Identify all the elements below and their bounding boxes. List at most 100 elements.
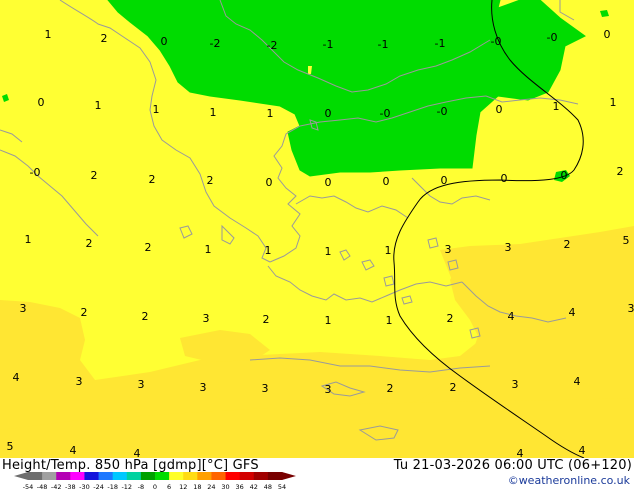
temperature-label: 2 (450, 381, 457, 394)
temperature-label: 3 (20, 302, 27, 315)
temperature-label: 1 (385, 244, 392, 257)
colorbar-segment (225, 472, 241, 480)
temperature-label: 3 (325, 383, 332, 396)
colorbar-tick-label: -8 (138, 483, 144, 490)
colorbar-arrow-left (14, 472, 28, 480)
temperature-label: 3 (138, 378, 145, 391)
colorbar-segment (28, 472, 43, 480)
colorbar-tick-label: -42 (51, 483, 62, 490)
temperature-label: 2 (91, 169, 98, 182)
temperature-colorbar: -54 -48 -42 -38 -30 -24 -18 -12 -8 0 6 12 18 24 30 36 42… (14, 472, 296, 490)
colorbar-tick-label: -54 (23, 483, 34, 490)
colorbar-segment (70, 472, 85, 480)
colorbar-tick-label: 18 (193, 483, 201, 490)
temperature-label: 4 (579, 444, 586, 457)
temperature-label: 1 (553, 100, 560, 113)
colorbar-segment (98, 472, 114, 480)
temperature-label: 2 (387, 382, 394, 395)
temperature-label: 3 (262, 382, 269, 395)
colorbar-tick-label: 42 (250, 483, 258, 490)
colorbar-tick-label: 0 (153, 483, 157, 490)
temperature-label: 2 (149, 173, 156, 186)
temperature-label: 2 (207, 174, 214, 187)
temperature-label: 2 (447, 312, 454, 325)
temperature-label: 4 (517, 447, 524, 458)
temperature-label: 3 (628, 302, 634, 315)
temperature-label: 0 (325, 176, 332, 189)
temperature-label: 3 (445, 243, 452, 256)
temperature-label: 3 (76, 375, 83, 388)
colorbar-tick-label: -38 (65, 483, 76, 490)
temperature-label: 2 (617, 165, 624, 178)
colorbar-segment (239, 472, 255, 480)
temperature-label: 4 (574, 375, 581, 388)
temperature-label: 3 (512, 378, 519, 391)
colorbar-segment (140, 472, 156, 480)
temperature-label: -2 (267, 39, 278, 52)
temperature-label: 4 (134, 447, 141, 458)
colorbar-segment (112, 472, 128, 480)
colorbar-tick-label: -30 (79, 483, 90, 490)
temperature-label: 4 (13, 371, 20, 384)
colorbar-tick-label: 24 (207, 483, 215, 490)
temperature-label: 3 (505, 241, 512, 254)
temperature-label: -0 (437, 105, 448, 118)
temperature-label: -0 (547, 31, 558, 44)
temperature-label: 5 (7, 440, 14, 453)
colorbar-segment (197, 472, 212, 480)
temperature-label: 0 (501, 172, 508, 185)
temperature-label: 0 (604, 28, 611, 41)
temperature-label: 5 (623, 234, 630, 247)
temperature-label: 0 (383, 175, 390, 188)
temperature-label: -0 (380, 107, 391, 120)
temperature-label: 2 (145, 241, 152, 254)
temperature-label: -1 (323, 38, 334, 51)
temperature-label: 0 (266, 176, 273, 189)
temperature-label: -0 (491, 35, 502, 48)
colorbar-segment (42, 472, 57, 480)
temperature-label: 3 (200, 381, 207, 394)
temperature-label: 4 (508, 310, 515, 323)
colorbar-segment (126, 472, 142, 480)
temperature-label: 4 (70, 444, 77, 457)
temperature-label: 1 (267, 107, 274, 120)
weather-map: 1 2 0 -2 -2 -1 -1 -1 -0 -0 0 0 1 1 1 1 0 -0 -0 0 1 1 -0 2 2 2 0 0 0 0… (0, 0, 634, 458)
temperature-label: 3 (203, 312, 210, 325)
credit-link[interactable]: ©weatheronline.co.uk (508, 474, 630, 487)
colorbar-tick-label: -48 (37, 483, 48, 490)
colorbar-segment (84, 472, 100, 480)
colorbar-segment (183, 472, 198, 480)
colorbar-tick-label: 6 (167, 483, 171, 490)
temperature-label: 1 (95, 99, 102, 112)
temperature-label: 0 (496, 103, 503, 116)
temperature-label: 1 (153, 103, 160, 116)
colorbar-tick-label: 54 (278, 483, 286, 490)
temperature-label: 2 (564, 238, 571, 251)
temperature-label: 1 (265, 244, 272, 257)
colorbar-tick-label: 30 (221, 483, 229, 490)
temperature-label: 0 (441, 174, 448, 187)
temperature-label: 1 (25, 233, 32, 246)
temperature-label: 1 (386, 314, 393, 327)
colorbar-segment (211, 472, 227, 480)
colorbar-tick-label: 12 (179, 483, 187, 490)
colorbar-arrow-right (282, 472, 296, 480)
colorbar-tick-label: 48 (264, 483, 272, 490)
temperature-label: 2 (263, 313, 270, 326)
colorbar-segment (267, 472, 283, 480)
temperature-label: 0 (561, 169, 568, 182)
map-title: Height/Temp. 850 hPa [gdmp][°C] GFS (2, 458, 259, 473)
temperature-label: 2 (81, 306, 88, 319)
temperature-label: 4 (569, 306, 576, 319)
temperature-label: 1 (325, 245, 332, 258)
colorbar-tick-label: -12 (121, 483, 132, 490)
colorbar-segment (56, 472, 71, 480)
temperature-label: 2 (101, 32, 108, 45)
map-footer: Height/Temp. 850 hPa [gdmp][°C] GFS Tu 2… (0, 458, 634, 490)
temperature-label: 0 (325, 107, 332, 120)
temperature-label: -1 (435, 37, 446, 50)
colorbar-tick-label: -24 (93, 483, 104, 490)
temperature-label: 1 (325, 314, 332, 327)
temperature-label: 1 (610, 96, 617, 109)
temperature-label: 1 (205, 243, 212, 256)
